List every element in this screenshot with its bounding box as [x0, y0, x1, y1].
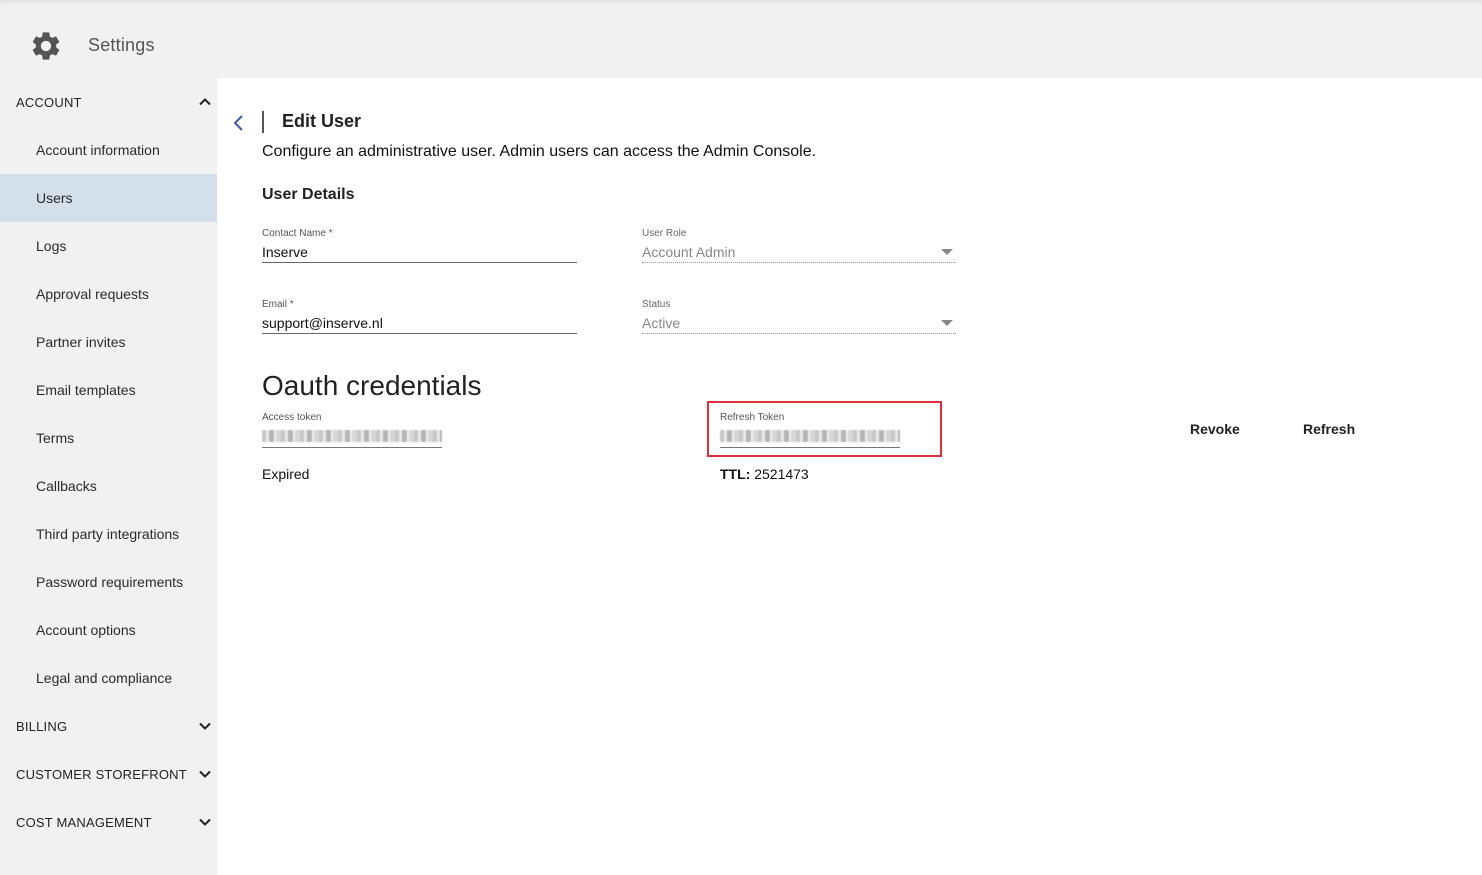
sidebar-item-users[interactable]: Users	[0, 174, 217, 222]
chevron-down-icon	[199, 770, 211, 778]
access-token-underline	[262, 447, 442, 448]
app-title: Settings	[88, 35, 155, 55]
sidebar: ACCOUNT Account information Users Logs A…	[0, 78, 217, 875]
sidebar-section-billing[interactable]: BILLING	[0, 702, 217, 750]
chevron-down-icon	[199, 818, 211, 826]
status-value: Active	[642, 312, 956, 334]
email-field[interactable]: Email * support@inserve.nl	[262, 298, 577, 334]
revoke-button[interactable]: Revoke	[1190, 421, 1240, 437]
user-details-heading: User Details	[262, 186, 355, 203]
sidebar-item-password-requirements[interactable]: Password requirements	[0, 558, 217, 606]
caret-down-icon	[941, 249, 953, 255]
sidebar-item-third-party-integrations[interactable]: Third party integrations	[0, 510, 217, 558]
email-label: Email *	[262, 299, 294, 310]
access-token-value-redacted	[262, 430, 442, 442]
contact-name-input[interactable]: Inserve	[262, 241, 577, 263]
sidebar-section-label: BILLING	[16, 718, 68, 734]
user-role-select[interactable]: User Role Account Admin	[642, 227, 956, 263]
status-selected: Active	[642, 315, 681, 331]
page-description: Configure an administrative user. Admin …	[262, 143, 817, 160]
refresh-button[interactable]: Refresh	[1303, 421, 1355, 437]
ttl-label: TTL:	[720, 466, 751, 482]
sidebar-item-logs[interactable]: Logs	[0, 222, 217, 270]
sidebar-section-cost-management[interactable]: COST MANAGEMENT	[0, 798, 217, 846]
top-bar: Settings	[0, 0, 1482, 78]
gear-icon	[32, 32, 60, 60]
user-role-value: Account Admin	[642, 241, 956, 263]
sidebar-item-email-templates[interactable]: Email templates	[0, 366, 217, 414]
ttl-value: 2521473	[754, 466, 809, 482]
contact-name-field[interactable]: Contact Name * Inserve	[262, 227, 577, 263]
email-input[interactable]: support@inserve.nl	[262, 312, 577, 334]
sidebar-item-legal-and-compliance[interactable]: Legal and compliance	[0, 654, 217, 702]
chevron-up-icon	[199, 98, 211, 106]
refresh-token-underline	[720, 447, 900, 448]
sidebar-section-label: ACCOUNT	[16, 94, 82, 110]
sidebar-item-approval-requests[interactable]: Approval requests	[0, 270, 217, 318]
sidebar-item-terms[interactable]: Terms	[0, 414, 217, 462]
sidebar-section-label: CUSTOMER STOREFRONT	[16, 766, 187, 782]
user-role-selected: Account Admin	[642, 244, 736, 260]
refresh-token-value-redacted	[720, 430, 900, 442]
sidebar-item-account-options[interactable]: Account options	[0, 606, 217, 654]
access-token-status: Expired	[262, 466, 310, 482]
page-title: Edit User	[282, 111, 362, 131]
sidebar-item-callbacks[interactable]: Callbacks	[0, 462, 217, 510]
sidebar-item-partner-invites[interactable]: Partner invites	[0, 318, 217, 366]
user-role-label: User Role	[642, 228, 687, 239]
sidebar-section-customer-storefront[interactable]: CUSTOMER STOREFRONT	[0, 750, 217, 798]
title-divider	[262, 111, 264, 133]
chevron-down-icon	[199, 722, 211, 730]
access-token-label: Access token	[262, 412, 322, 423]
refresh-token-label: Refresh Token	[720, 412, 785, 423]
contact-name-label: Contact Name *	[262, 228, 333, 239]
oauth-credentials-heading: Oauth credentials	[262, 370, 482, 401]
sidebar-section-account[interactable]: ACCOUNT	[0, 78, 217, 126]
sidebar-section-label: COST MANAGEMENT	[16, 814, 152, 830]
sidebar-item-account-information[interactable]: Account information	[0, 126, 217, 174]
access-token-field[interactable]: Access token	[262, 411, 442, 448]
ttl-readout: TTL: 2521473	[720, 466, 809, 482]
refresh-token-field[interactable]: Refresh Token	[720, 411, 900, 448]
status-label: Status	[642, 299, 671, 310]
main-panel	[217, 78, 1482, 875]
status-select[interactable]: Status Active	[642, 298, 956, 334]
caret-down-icon	[941, 320, 953, 326]
chevron-left-icon[interactable]	[230, 113, 248, 133]
